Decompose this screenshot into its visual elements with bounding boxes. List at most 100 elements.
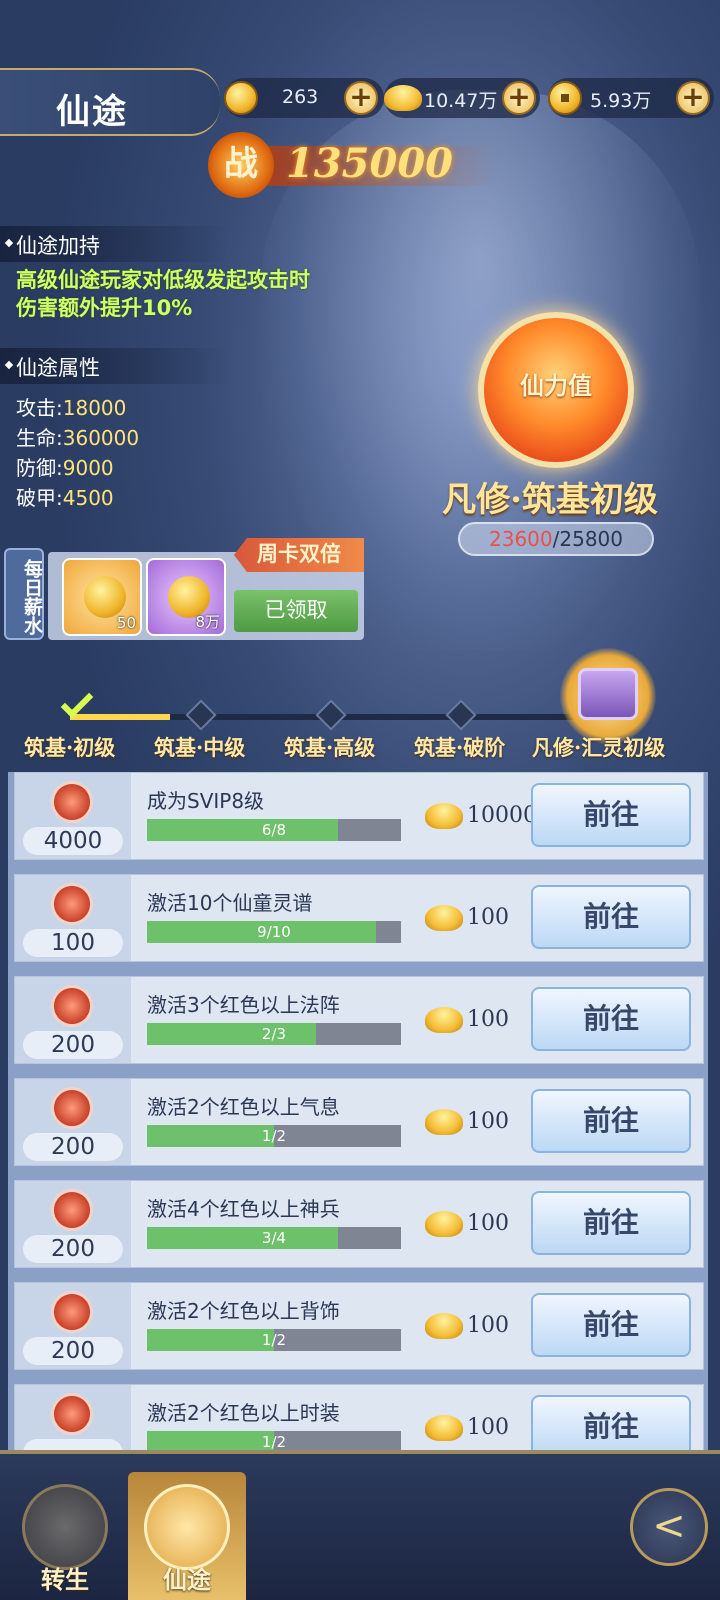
task-row: 200 激活3个红色以上法阵 2/3 100 前往 — [14, 976, 704, 1064]
task-progress-text: 3/4 — [261, 1229, 287, 1247]
attr-value: 4500 — [62, 486, 114, 510]
task-reward: 100 — [467, 905, 509, 930]
task-progress-bar: 1/2 — [147, 1125, 401, 1147]
mountain-icon — [144, 1484, 230, 1570]
task-reward: 100 — [467, 1007, 509, 1032]
task-name: 激活10个仙童灵谱 — [147, 891, 313, 915]
realm-title: 凡修·筑基初级 — [442, 480, 658, 520]
task-points: 200 — [23, 1031, 123, 1059]
task-points-area: 200 — [15, 1283, 131, 1369]
attr-value: 360000 — [62, 426, 140, 450]
tab-rebirth[interactable]: 转生 — [6, 1472, 124, 1600]
gold-coin-icon — [224, 81, 258, 115]
go-button[interactable]: 前往 — [531, 1293, 691, 1357]
task-progress-text: 6/8 — [261, 821, 287, 839]
task-list[interactable]: 4000 成为SVIP8级 6/8 10000 前往 100 激活10个仙童灵谱 9/10 10… — [8, 772, 708, 1464]
stage-label: 筑基·高级 — [284, 735, 376, 760]
attr-label: 攻击: — [16, 396, 63, 420]
stage-label: 筑基·中级 — [154, 735, 246, 760]
bonus-heading: 仙途加持 — [16, 234, 100, 258]
task-name: 激活2个红色以上时装 — [147, 1401, 340, 1425]
add-gold-coin-button[interactable]: + — [344, 81, 378, 115]
treasure-chest-icon[interactable] — [560, 648, 656, 744]
attr-label: 破甲: — [16, 486, 63, 510]
pagoda-icon — [22, 1484, 108, 1570]
task-points: 100 — [23, 929, 123, 957]
stage-label: 凡修·汇灵初级 — [532, 735, 666, 760]
gold-ingot-icon — [425, 905, 463, 931]
task-reward: 100 — [467, 1415, 509, 1440]
task-reward: 100 — [467, 1211, 509, 1236]
diamond-bullet-icon — [4, 360, 14, 370]
go-button[interactable]: 前往 — [531, 1089, 691, 1153]
task-progress-bar: 1/2 — [147, 1329, 401, 1351]
gold-ingot-icon — [425, 1415, 463, 1441]
resource-gold-coin: 263 + — [224, 78, 384, 118]
resource-copper-coin: 5.93万 + — [548, 78, 714, 118]
orb-label: 仙力值 — [520, 371, 592, 400]
page-title: 仙途 — [56, 92, 128, 132]
combat-power-value: 135000 — [286, 140, 453, 187]
chest-body — [578, 668, 638, 720]
task-progress-bar: 2/3 — [147, 1023, 401, 1045]
reward-ingot-item[interactable]: 50 — [62, 558, 142, 636]
add-gold-ingot-button[interactable]: + — [502, 81, 536, 115]
bonus-section-heading: 仙途加持 — [0, 226, 230, 262]
weekly-card-double-tag: 周卡双倍 — [234, 538, 364, 572]
attr-label: 防御: — [16, 456, 63, 480]
diamond-bullet-icon — [4, 238, 14, 248]
copper-coin-icon — [548, 81, 582, 115]
gold-coin-value: 263 — [282, 86, 319, 108]
tab-rebirth-label: 转生 — [41, 1565, 89, 1594]
stage-label: 筑基·破阶 — [414, 735, 506, 760]
gold-ingot-icon — [384, 85, 422, 111]
add-copper-coin-button[interactable]: + — [676, 81, 710, 115]
flame-emblem-icon — [51, 1087, 93, 1129]
go-button[interactable]: 前往 — [531, 783, 691, 847]
flame-emblem-icon — [51, 985, 93, 1027]
stage-label: 筑基·初级 — [24, 735, 116, 760]
task-row: 100 激活10个仙童灵谱 9/10 100 前往 — [14, 874, 704, 962]
task-name: 成为SVIP8级 — [147, 789, 265, 813]
bottom-nav: 转生 仙途 — [0, 1450, 720, 1600]
daily-salary-label: 每日薪水 — [4, 548, 44, 640]
reward-coin-item[interactable]: 8万 — [146, 558, 226, 636]
flame-emblem-icon — [51, 1189, 93, 1231]
attr-attack: 攻击:18000 — [16, 392, 126, 421]
task-reward: 100 — [467, 1313, 509, 1338]
go-button[interactable]: 前往 — [531, 1191, 691, 1255]
gold-ingot-icon — [425, 1109, 463, 1135]
task-progress-text: 1/2 — [261, 1331, 287, 1349]
immortal-power-orb[interactable]: 仙力值 — [478, 312, 634, 468]
claimed-button[interactable]: 已领取 — [234, 590, 358, 632]
task-progress-text: 2/3 — [261, 1025, 287, 1043]
battle-badge-icon: 战 — [208, 132, 274, 198]
task-points-area: 200 — [15, 1079, 131, 1165]
attr-label: 生命: — [16, 426, 63, 450]
go-button[interactable]: 前往 — [531, 885, 691, 949]
attr-value: 9000 — [62, 456, 114, 480]
gold-ingot-icon — [425, 1007, 463, 1033]
stage-track-fill — [70, 714, 170, 720]
task-points: 200 — [23, 1337, 123, 1365]
task-points-area: 100 — [15, 875, 131, 961]
gold-ingot-icon — [425, 1313, 463, 1339]
task-row: 4000 成为SVIP8级 6/8 10000 前往 — [14, 772, 704, 860]
flame-emblem-icon — [51, 781, 93, 823]
tab-immortal-path-label: 仙途 — [163, 1565, 211, 1594]
task-progress-bar: 3/4 — [147, 1227, 401, 1249]
go-button[interactable]: 前往 — [531, 987, 691, 1051]
resource-gold-ingot: 10.47万 + — [384, 78, 540, 118]
back-button[interactable]: < — [630, 1488, 708, 1566]
attr-defense: 防御:9000 — [16, 452, 114, 481]
task-points-area: 4000 — [15, 773, 131, 859]
gold-ingot-icon — [84, 576, 126, 618]
realm-progress: 23600/25800 — [458, 522, 654, 556]
combat-power: 战 135000 — [208, 132, 498, 198]
task-reward: 10000 — [467, 803, 537, 828]
progress-max: /25800 — [552, 527, 623, 551]
task-row: 200 激活2个红色以上背饰 1/2 100 前往 — [14, 1282, 704, 1370]
copper-coin-value: 5.93万 — [590, 90, 652, 112]
bonus-line-2: 伤害额外提升10% — [16, 296, 193, 320]
tab-immortal-path[interactable]: 仙途 — [128, 1472, 246, 1600]
